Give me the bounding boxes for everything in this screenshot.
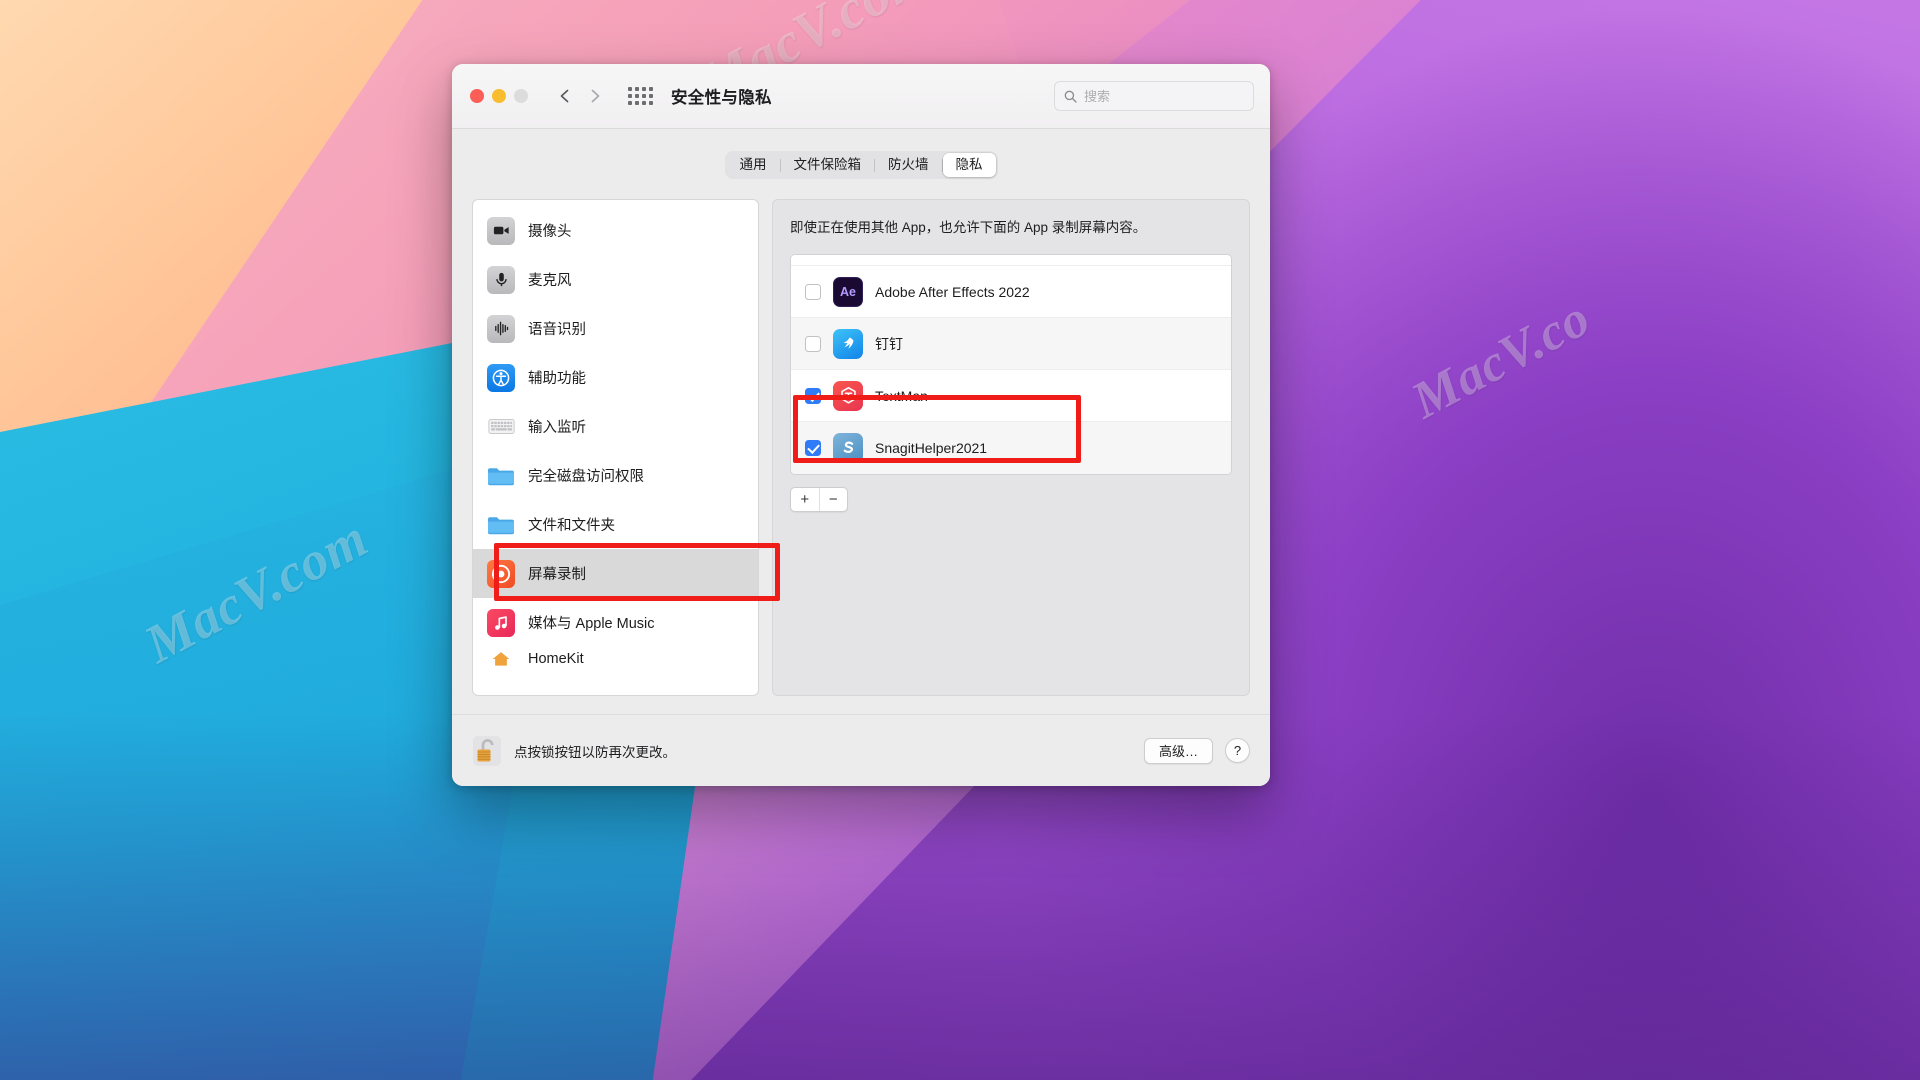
speech-recognition-icon — [487, 314, 515, 343]
table-row[interactable]: Ae Adobe After Effects 2022 — [791, 266, 1231, 319]
tab-firewall[interactable]: 防火墙 — [875, 153, 942, 177]
camera-icon — [487, 216, 515, 245]
table-row[interactable]: SnagitHelper2021 — [791, 422, 1231, 475]
window-body: 通用 文件保险箱 防火墙 隐私 摄像头 麦克风 语音识别 辅助功能 输入监听 完… — [452, 129, 1270, 714]
table-row[interactable]: TextMan — [791, 370, 1231, 423]
screen-recording-pane: 即使正在使用其他 App，也允许下面的 App 录制屏幕内容。 Ae Adobe… — [772, 199, 1250, 696]
app-permission-checkbox[interactable] — [805, 335, 821, 352]
traffic-lights — [470, 89, 528, 103]
sidebar-item-screen-recording[interactable]: 屏幕录制 — [473, 549, 758, 598]
navigation-buttons — [558, 89, 602, 103]
sidebar-item-camera[interactable]: 摄像头 — [473, 206, 758, 255]
pane-description: 即使正在使用其他 App，也允许下面的 App 录制屏幕内容。 — [790, 220, 1147, 235]
sidebar-item-accessibility[interactable]: 辅助功能 — [473, 353, 758, 402]
sidebar-item-full-disk-access[interactable]: 完全磁盘访问权限 — [473, 451, 758, 500]
dingtalk-icon — [833, 328, 863, 359]
homekit-icon — [487, 647, 515, 671]
screen-recording-icon — [487, 559, 515, 588]
search-field[interactable] — [1054, 81, 1254, 111]
sidebar-item-label: HomeKit — [528, 651, 584, 667]
app-permission-list[interactable]: Ae Adobe After Effects 2022 钉钉 TextMan S… — [790, 254, 1232, 476]
folder-icon — [487, 511, 515, 539]
sidebar-item-label: 文件和文件夹 — [528, 518, 615, 534]
sidebar-item-label: 语音识别 — [528, 322, 586, 338]
list-item-partial — [791, 255, 1231, 267]
textman-icon — [833, 380, 863, 411]
app-name-label: Adobe After Effects 2022 — [875, 283, 1030, 300]
tabs-group: 通用 文件保险箱 防火墙 隐私 — [724, 151, 998, 179]
close-button[interactable] — [470, 89, 484, 103]
microphone-icon — [487, 265, 515, 294]
music-note-icon — [487, 608, 515, 637]
search-icon — [1064, 90, 1077, 103]
help-button[interactable]: ? — [1225, 738, 1250, 763]
security-privacy-window: 安全性与隐私 通用 文件保险箱 防火 — [452, 64, 1270, 786]
app-name-label: SnagitHelper2021 — [875, 440, 988, 457]
sidebar-item-label: 辅助功能 — [528, 371, 586, 387]
advanced-button[interactable]: 高级… — [1143, 737, 1213, 764]
sidebar-item-label: 麦克风 — [528, 273, 572, 289]
privacy-category-sidebar[interactable]: 摄像头 麦克风 语音识别 辅助功能 输入监听 完全磁盘访问权限 文件和文件夹 屏… — [472, 199, 759, 696]
tab-privacy[interactable]: 隐私 — [942, 153, 996, 177]
sidebar-item-input-monitoring[interactable]: 输入监听 — [473, 402, 758, 451]
window-titlebar: 安全性与隐私 — [452, 64, 1270, 129]
sidebar-item-label: 屏幕录制 — [528, 567, 586, 583]
back-chevron-icon[interactable] — [558, 89, 572, 103]
sidebar-item-files-and-folders[interactable]: 文件和文件夹 — [473, 500, 758, 549]
app-permission-checkbox[interactable] — [805, 283, 821, 300]
sidebar-item-label: 摄像头 — [528, 224, 572, 240]
page-title: 安全性与隐私 — [671, 89, 772, 107]
sidebar-item-label: 完全磁盘访问权限 — [528, 469, 644, 485]
window-footer: 点按锁按钮以防再次更改。 高级… ? — [452, 714, 1270, 786]
show-all-grid-icon[interactable] — [628, 87, 653, 105]
forward-chevron-icon[interactable] — [588, 89, 602, 103]
adobe-after-effects-icon: Ae — [833, 276, 863, 307]
search-input[interactable] — [1084, 88, 1244, 104]
add-app-button[interactable]: + — [791, 488, 819, 511]
app-permission-checkbox[interactable] — [805, 387, 821, 404]
app-name-label: 钉钉 — [875, 335, 903, 352]
footer-actions: 高级… ? — [1143, 737, 1250, 764]
snagit-icon — [833, 433, 863, 464]
sidebar-item-media-apple-music[interactable]: 媒体与 Apple Music — [473, 598, 758, 647]
tab-general[interactable]: 通用 — [727, 153, 780, 177]
tab-filevault[interactable]: 文件保险箱 — [781, 153, 875, 177]
sidebar-item-label: 输入监听 — [528, 420, 586, 436]
app-name-label: TextMan — [875, 387, 928, 404]
add-remove-buttons[interactable]: + − — [790, 487, 848, 513]
accessibility-icon — [487, 363, 515, 392]
sidebar-item-speech-recognition[interactable]: 语音识别 — [473, 304, 758, 353]
remove-app-button[interactable]: − — [818, 488, 848, 512]
sidebar-item-homekit[interactable]: HomeKit — [473, 647, 758, 671]
folder-icon — [487, 462, 515, 490]
content-panes: 摄像头 麦克风 语音识别 辅助功能 输入监听 完全磁盘访问权限 文件和文件夹 屏… — [472, 199, 1250, 714]
app-permission-checkbox[interactable] — [805, 440, 821, 457]
zoom-button — [514, 89, 528, 103]
sidebar-list: 摄像头 麦克风 语音识别 辅助功能 输入监听 完全磁盘访问权限 文件和文件夹 屏… — [473, 200, 758, 671]
minimize-button[interactable] — [492, 89, 506, 103]
keyboard-input-monitoring-icon — [487, 413, 515, 441]
tab-bar: 通用 文件保险箱 防火墙 隐私 — [472, 151, 1250, 179]
lock-status-text: 点按锁按钮以防再次更改。 — [514, 744, 676, 760]
sidebar-item-label: 媒体与 Apple Music — [528, 616, 655, 632]
sidebar-item-microphone[interactable]: 麦克风 — [473, 255, 758, 304]
unlocked-padlock-icon[interactable] — [472, 734, 502, 768]
desktop-background: MacV.com MacV.co MacV.com 安全性与隐私 搜索 通用 文… — [0, 0, 1920, 1080]
table-row[interactable]: 钉钉 — [791, 318, 1231, 371]
